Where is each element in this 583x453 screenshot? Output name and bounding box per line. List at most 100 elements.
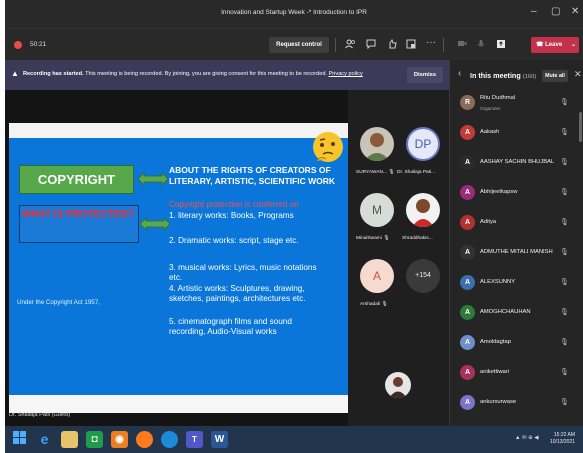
meeting-timer: 50:21 <box>30 41 47 48</box>
media-player-icon[interactable]: ◉ <box>111 431 128 448</box>
participant-list-item[interactable]: A ALEXSUNNY 🎙 <box>450 270 578 296</box>
mic-muted-icon[interactable]: 🎙 <box>560 98 569 106</box>
close-window-button[interactable]: ✕ <box>571 6 579 17</box>
participant-photo-avatar[interactable] <box>406 193 440 227</box>
dismiss-button[interactable]: Dismiss <box>407 67 443 83</box>
phone-icon: ☎ <box>536 42 546 48</box>
participant-avatar: A <box>460 125 475 140</box>
recording-message: Recording has started. This meeting is b… <box>23 71 363 77</box>
participants-icon[interactable] <box>345 39 356 52</box>
participant-photo-avatar[interactable] <box>360 127 394 161</box>
participant-list-item[interactable]: Aankursurwase 🎙 <box>450 390 578 416</box>
privacy-policy-link[interactable]: Privacy policy <box>329 71 363 77</box>
teams-taskbar-icon[interactable]: T <box>186 431 203 448</box>
mic-muted-icon[interactable]: 🎙 <box>560 308 569 316</box>
participant-name: anikettiwari <box>480 369 509 375</box>
system-tray-icons[interactable]: ▲ ✉ ⊕ ◀ <box>515 435 538 441</box>
internet-explorer-icon[interactable]: e <box>36 431 53 448</box>
windows-start-icon[interactable] <box>11 431 28 448</box>
slide-heading: ABOUT THE RIGHTS OF CREATORS OF LITERARY… <box>169 165 348 187</box>
participant-name: ankursurwase <box>480 399 517 405</box>
participant-avatar: A <box>460 305 475 320</box>
more-participants-button[interactable]: +154 <box>406 259 440 293</box>
minimize-button[interactable]: – <box>531 6 537 17</box>
slide-bullet-5a: 5. cinematograph films and sound <box>169 317 292 326</box>
participant-list-item[interactable]: A Amoldagtap 🎙 <box>450 330 578 356</box>
toolbar-divider <box>335 38 336 52</box>
participant-tile-name: Dr. Shailaja Pati... <box>397 170 436 175</box>
participant-avatar: A <box>460 185 475 200</box>
panel-title-text: In this meeting <box>470 71 521 80</box>
presentation-slide: COPYRIGHT WHAT IS PROTECTED? ABOUT THE R… <box>9 123 348 413</box>
panel-header: ‹ In this meeting (160) Mute all ✕ <box>450 60 583 90</box>
mic-muted-icon[interactable]: 🎙 <box>560 128 569 136</box>
participant-list-item[interactable]: Aanikettiwari 🎙 <box>450 360 578 386</box>
camera-off-icon[interactable] <box>457 39 467 51</box>
firefox-icon[interactable] <box>136 431 153 448</box>
participant-list-item[interactable]: A Aakash 🎙 <box>450 120 578 146</box>
participant-list-item[interactable]: A Abhijeetkapsw 🎙 <box>450 180 578 206</box>
slide-bullet-intro: Copyright protection is conferred on <box>169 200 299 209</box>
mic-muted-icon[interactable]: 🎙 <box>560 218 569 226</box>
reactions-icon[interactable] <box>387 38 397 52</box>
more-actions-icon[interactable]: ··· <box>426 37 436 48</box>
mic-muted-icon[interactable]: 🎙 <box>560 188 569 196</box>
shared-content-stage: COPYRIGHT WHAT IS PROTECTED? ABOUT THE R… <box>5 90 348 426</box>
edge-icon[interactable] <box>161 431 178 448</box>
participant-name: Aakash <box>480 129 500 135</box>
mic-muted-icon[interactable]: 🎙 <box>560 278 569 286</box>
back-chevron-icon[interactable]: ‹ <box>458 68 461 79</box>
self-video-avatar <box>385 372 411 398</box>
close-panel-icon[interactable]: ✕ <box>574 69 582 80</box>
participant-initials-avatar[interactable]: DP <box>406 127 440 161</box>
slide-bullet-5b: recording, Audio-Visual works <box>169 327 277 336</box>
leave-button[interactable]: ☎ Leave ⌄ <box>531 37 579 53</box>
participant-count: (160) <box>522 74 537 80</box>
thinking-emoji-icon <box>313 132 343 162</box>
panel-scrollbar[interactable] <box>579 112 582 142</box>
participant-tile-name: SURYAWAN... 🎙 <box>356 170 395 175</box>
participant-name: ADMUTHE MITALI MANISH <box>480 249 553 255</box>
file-explorer-icon[interactable] <box>61 431 78 448</box>
mic-off-icon[interactable] <box>477 39 485 52</box>
participant-list-item[interactable]: A AASHAY SACHIN BHUJBAL 🎙 <box>450 150 578 176</box>
participant-list-item[interactable]: R Ritu Dudhmal Organizer 🎙 <box>450 90 578 116</box>
slide-bullet-2: 2. Dramatic works: script, stage etc. <box>169 236 299 245</box>
participant-avatar: A <box>460 155 475 170</box>
chat-icon[interactable] <box>366 39 376 52</box>
slide-bullet-4b: sketches, paintings, architectures etc. <box>169 294 306 303</box>
request-control-button[interactable]: Request control <box>269 37 329 53</box>
participant-avatar: A <box>460 335 475 350</box>
copyright-box: COPYRIGHT <box>19 165 134 194</box>
store-icon[interactable]: ◘ <box>86 431 103 448</box>
taskbar-clock[interactable]: 15:22 AM 10/13/2021 <box>550 432 575 446</box>
participant-initials-avatar[interactable]: M <box>360 193 394 227</box>
presenter-label: Dr. Shailaja Patil (Guest) <box>9 412 71 418</box>
breakout-rooms-icon[interactable] <box>406 39 416 52</box>
mic-muted-icon[interactable]: 🎙 <box>560 158 569 166</box>
participant-avatar: A <box>460 275 475 290</box>
word-icon[interactable]: W <box>211 431 228 448</box>
share-screen-icon[interactable] <box>496 39 506 52</box>
participant-name: Amoldagtap <box>480 339 511 345</box>
mic-muted-icon: 🎙 <box>388 170 395 175</box>
participant-list-item[interactable]: A AMOGHCHAUHAN 🎙 <box>450 300 578 326</box>
participant-avatar: A <box>460 365 475 380</box>
mic-muted-icon[interactable]: 🎙 <box>560 398 569 406</box>
participant-initials-avatar[interactable]: A <box>360 259 394 293</box>
toolbar-divider <box>443 38 444 52</box>
chevron-down-icon: ⌄ <box>571 42 577 48</box>
participant-name: Abhijeetkapsw <box>480 189 518 195</box>
participant-list-item[interactable]: A Aditya 🎙 <box>450 210 578 236</box>
participant-avatar: A <box>460 395 475 410</box>
mute-all-button[interactable]: Mute all <box>542 70 568 82</box>
mic-muted-icon[interactable]: 🎙 <box>560 338 569 346</box>
mic-muted-icon[interactable]: 🎙 <box>560 368 569 376</box>
slide-header-band <box>9 123 348 138</box>
participant-tile-name: Arshadali 🎙 <box>360 302 388 307</box>
what-is-protected-box: WHAT IS PROTECTED? <box>19 205 139 243</box>
maximize-button[interactable]: ▢ <box>551 6 560 17</box>
participant-list-item[interactable]: A ADMUTHE MITALI MANISH 🎙 <box>450 240 578 266</box>
mic-muted-icon[interactable]: 🎙 <box>560 248 569 256</box>
participant-name: Ritu Dudhmal <box>480 95 516 101</box>
